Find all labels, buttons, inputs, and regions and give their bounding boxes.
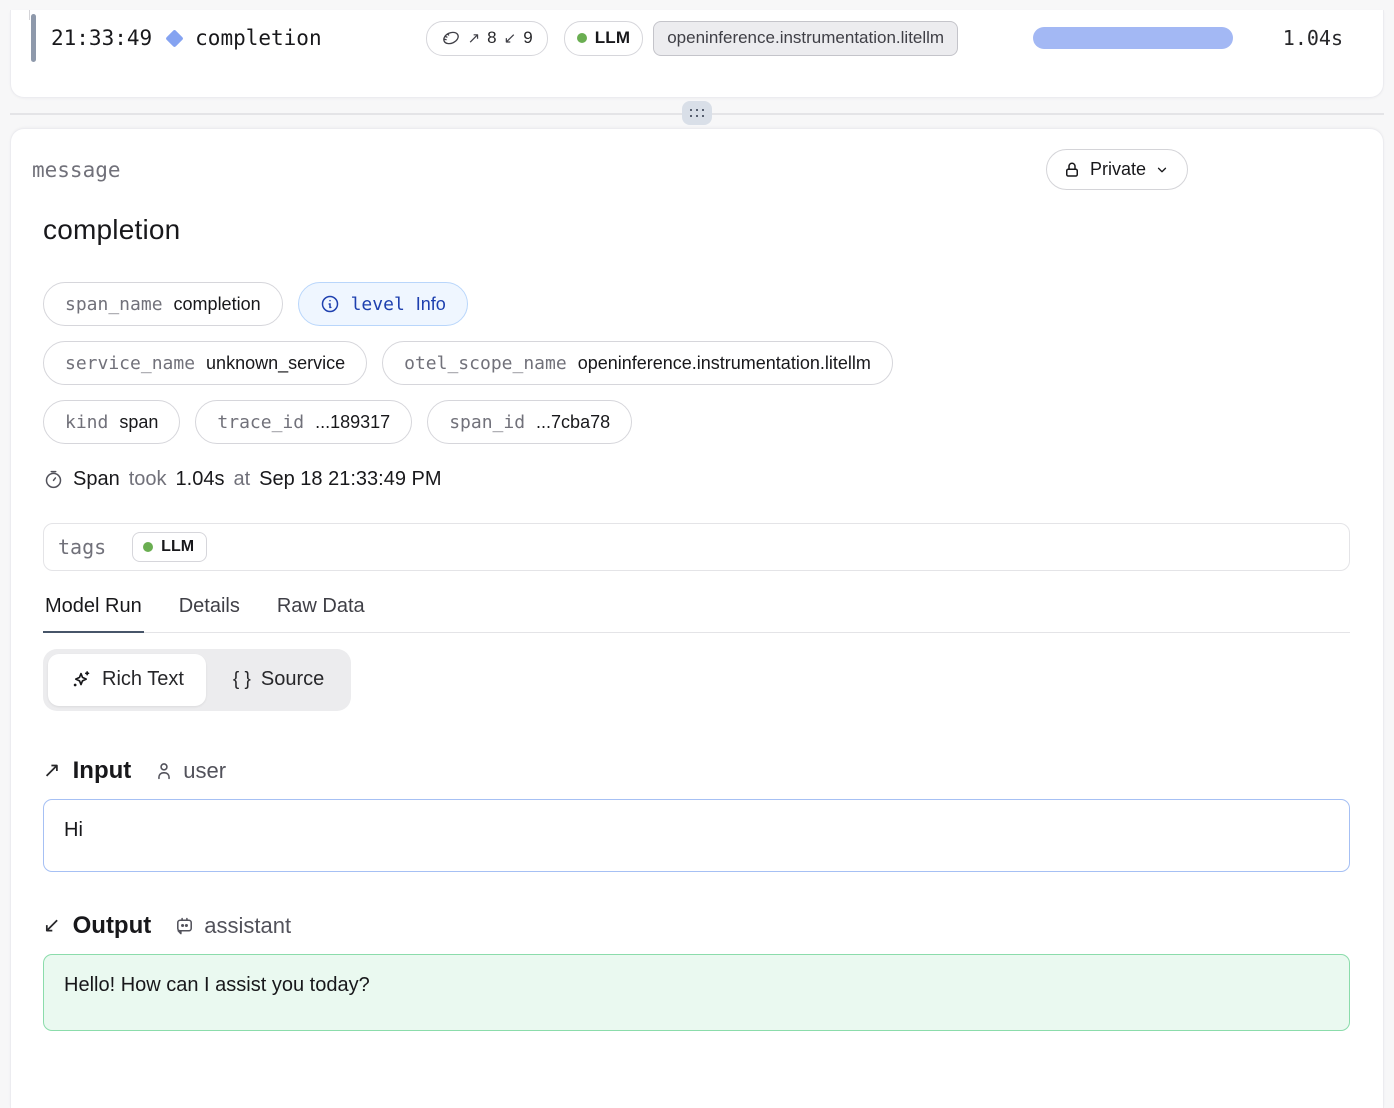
panel-divider [0,98,1394,128]
output-section-header: ↙ Output assistant [43,912,1350,940]
input-role-label: user [183,758,226,784]
detail-panel-header: message Private [32,149,1350,190]
metadata-badges: span_name completion level Info service_… [43,282,1350,444]
tab-raw-data[interactable]: Raw Data [275,595,367,633]
token-count-badge[interactable]: ↗ 8 ↙ 9 [426,21,548,56]
span-duration-bar[interactable] [1033,27,1233,49]
tag-llm[interactable]: LLM [132,532,207,562]
llm-tag-label: LLM [595,28,631,48]
chevron-down-icon [1155,163,1169,177]
selected-row-indicator [31,14,36,62]
arrow-up-right-icon: ↗ [468,29,481,47]
input-section-header: ↗ Input user [43,757,1350,785]
assistant-robot-icon [173,914,196,937]
tags-label: tags [58,535,106,559]
output-heading: Output [73,912,152,940]
input-heading: Input [73,757,132,785]
info-icon [320,294,340,314]
tokens-out-count: 9 [523,28,532,48]
coin-icon [441,28,461,48]
user-icon [153,760,175,782]
badge-level[interactable]: level Info [298,282,468,326]
input-content[interactable]: Hi [43,799,1350,872]
timing-datetime: Sep 18 21:33:49 PM [259,468,441,491]
tab-model-run[interactable]: Model Run [43,595,144,633]
otel-scope-chip[interactable]: openinference.instrumentation.litellm [653,21,958,56]
copy-output-button[interactable] [1317,912,1345,940]
green-dot-icon [143,542,153,552]
badge-span-name[interactable]: span_name completion [43,282,283,326]
span-duration-text: 1.04s [1283,26,1343,50]
arrow-down-left-icon: ↙ [43,915,61,936]
tags-container[interactable]: tags LLM [43,523,1350,571]
badge-kind[interactable]: kind span [43,400,180,444]
badge-trace-id[interactable]: trace_id ...189317 [195,400,412,444]
llm-tag-badge[interactable]: LLM [564,21,644,56]
rich-text-toggle[interactable]: Rich Text [48,654,206,706]
output-role-label: assistant [204,913,291,939]
source-toggle[interactable]: { } Source [211,654,346,706]
visibility-dropdown[interactable]: Private [1046,149,1188,190]
trace-span-row[interactable]: 21:33:49 completion ↗ 8 ↙ 9 LLM openinfere… [11,10,1383,66]
timing-word-at: at [233,468,250,491]
green-dot-icon [577,33,587,43]
view-mode-toggle: Rich Text { } Source [43,649,351,711]
span-detail-panel: message Private [10,128,1384,1108]
observation-type-label: message [32,158,121,182]
expand-panel-button[interactable] [1268,156,1296,184]
stopwatch-icon [43,469,64,490]
timing-word-span: Span [73,468,120,491]
badge-service-name[interactable]: service_name unknown_service [43,341,367,385]
tokens-in-count: 8 [487,28,496,48]
span-diamond-icon [165,29,183,47]
lock-icon [1063,161,1081,179]
arrow-up-right-icon: ↗ [43,760,61,781]
grip-dots-icon [689,108,705,118]
span-timing-line: Span took 1.04s at Sep 18 21:33:49 PM [43,468,1350,491]
span-name: completion [195,26,321,50]
timing-duration: 1.04s [176,468,225,491]
copy-link-button[interactable] [1214,156,1242,184]
braces-icon: { } [233,669,251,691]
panel-resize-handle[interactable] [682,101,712,125]
arrow-down-left-icon: ↙ [504,29,517,47]
span-title: completion [43,214,1350,246]
copy-input-button[interactable] [1317,757,1345,785]
detail-tabs: Model Run Details Raw Data [43,595,1350,633]
output-content[interactable]: Hello! How can I assist you today? [43,954,1350,1031]
badge-span-id[interactable]: span_id ...7cba78 [427,400,632,444]
span-timestamp: 21:33:49 [51,26,152,50]
badge-otel-scope-name[interactable]: otel_scope_name openinference.instrument… [382,341,893,385]
close-panel-button[interactable] [1322,156,1350,184]
visibility-label: Private [1090,159,1146,180]
sparkles-icon [70,669,92,691]
tab-details[interactable]: Details [177,595,242,633]
timing-word-took: took [129,468,167,491]
trace-timeline-panel: 21:33:49 completion ↗ 8 ↙ 9 LLM openinfere… [10,10,1384,98]
